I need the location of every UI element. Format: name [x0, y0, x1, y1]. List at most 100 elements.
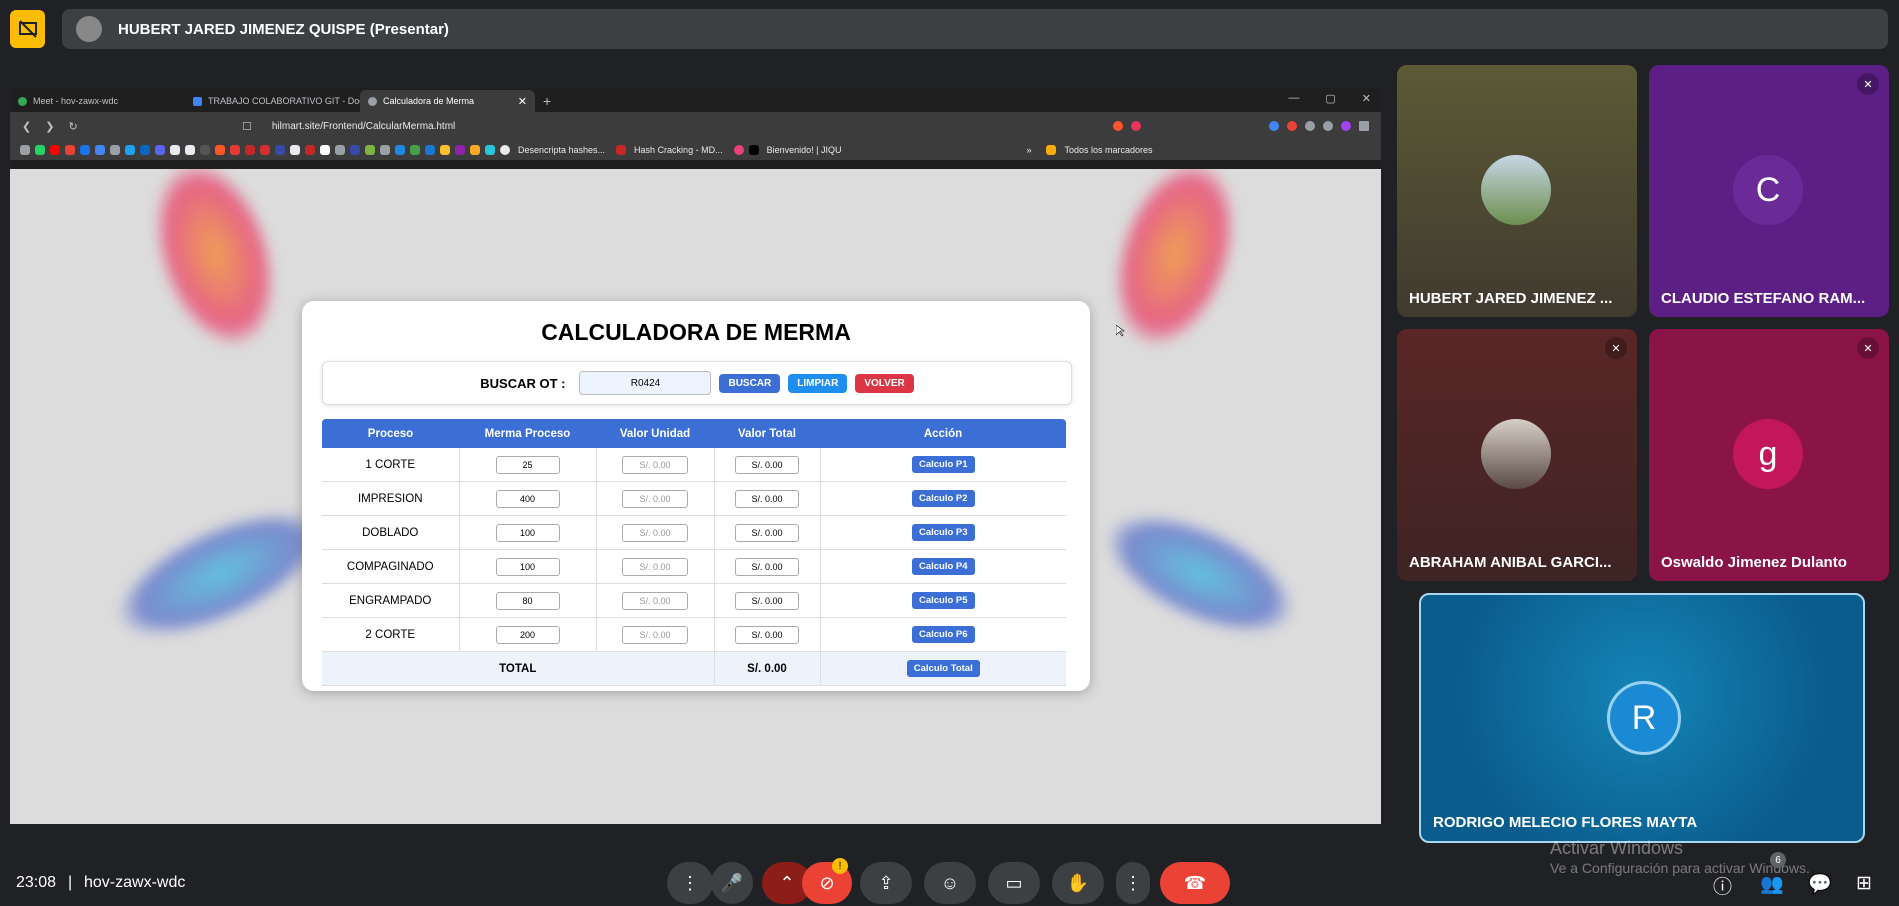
info-icon[interactable]: ⓘ [1713, 872, 1732, 899]
tab-meet[interactable]: Meet - hov-zawx-wdc [10, 90, 185, 112]
participant-tile-speaking[interactable]: R RODRIGO MELECIO FLORES MAYTA [1419, 593, 1865, 843]
valor-unidad-input[interactable]: S/. 0.00 [622, 489, 688, 508]
emoji-button[interactable]: ☺ [924, 862, 976, 904]
volver-button[interactable]: VOLVER [855, 373, 914, 393]
youtube-icon[interactable] [50, 145, 60, 155]
merma-input[interactable]: 100 [495, 523, 560, 542]
valor-unidad-input[interactable]: S/. 0.00 [622, 625, 688, 644]
close-tab-icon[interactable]: ✕ [518, 95, 527, 108]
buscar-button[interactable]: BUSCAR [719, 373, 781, 393]
bookmark-icon[interactable] [230, 145, 240, 155]
bookmark-icon[interactable] [110, 145, 120, 155]
bookmark-label[interactable]: Bienvenido! | JIQU [767, 145, 842, 155]
calculo-button[interactable]: Calculo P2 [911, 490, 975, 507]
valor-unidad-input[interactable]: S/. 0.00 [622, 455, 688, 474]
valor-total-input[interactable]: S/. 0.00 [735, 489, 799, 508]
linkedin-icon[interactable] [140, 145, 150, 155]
bookmark-icon[interactable] [485, 145, 495, 155]
merma-input[interactable]: 400 [495, 489, 560, 508]
maximize-icon[interactable]: ▢ [1325, 92, 1335, 105]
participant-tile[interactable]: HUBERT JARED JIMENEZ ... [1397, 65, 1637, 317]
chat-icon[interactable]: 💬 [1808, 872, 1832, 896]
brave-icon[interactable] [1113, 121, 1123, 131]
profile-icon[interactable] [1341, 121, 1351, 131]
activities-icon[interactable]: ⊞ [1856, 872, 1872, 895]
ext-icon[interactable] [1323, 121, 1333, 131]
address-bar[interactable]: hilmart.site/Frontend/CalcularMerma.html [272, 121, 992, 132]
folder-icon[interactable] [1046, 145, 1057, 155]
close-window-icon[interactable]: ✕ [1362, 92, 1371, 105]
valor-total-input[interactable]: S/. 0.00 [735, 455, 799, 474]
valor-unidad-input[interactable]: S/. 0.00 [622, 591, 688, 610]
bookmark-icon[interactable] [185, 145, 195, 155]
merma-input[interactable]: 100 [495, 557, 560, 576]
forward-icon[interactable]: ❯ [45, 120, 54, 133]
valor-total-input[interactable]: S/. 0.00 [735, 557, 799, 576]
microphone-button[interactable]: 🎤 [711, 862, 753, 904]
ext-icon[interactable] [1287, 121, 1297, 131]
alert-icon[interactable] [1131, 121, 1141, 131]
merma-input[interactable]: 200 [495, 625, 560, 644]
menu-icon[interactable] [1359, 121, 1369, 131]
bookmark-icon[interactable] [616, 145, 627, 155]
calculo-button[interactable]: Calculo P4 [911, 558, 975, 575]
bookmark-icon[interactable] [95, 145, 105, 155]
bookmark-icon[interactable] [748, 145, 759, 155]
raise-hand-button[interactable]: ✋ [1052, 862, 1104, 904]
discord-icon[interactable] [155, 145, 165, 155]
valor-unidad-input[interactable]: S/. 0.00 [622, 557, 688, 576]
bookmark-star-icon[interactable]: ☐ [242, 120, 252, 133]
puzzle-icon[interactable] [1305, 121, 1315, 131]
valor-unidad-input[interactable]: S/. 0.00 [622, 523, 688, 542]
calculo-button[interactable]: Calculo P1 [911, 456, 975, 473]
bookmark-icon[interactable] [275, 145, 285, 155]
more-bookmarks-icon[interactable]: » [1026, 145, 1031, 155]
bookmark-icon[interactable] [125, 145, 135, 155]
calculo-button[interactable]: Calculo P6 [911, 626, 975, 643]
more-options-button[interactable]: ⋮ [1116, 862, 1150, 904]
bookmark-icon[interactable] [350, 145, 360, 155]
bookmark-icon[interactable] [380, 145, 390, 155]
apps-icon[interactable] [20, 145, 30, 155]
minimize-icon[interactable]: — [1288, 92, 1299, 105]
ext-icon[interactable] [1269, 121, 1279, 131]
bookmark-icon[interactable] [395, 145, 405, 155]
calculo-total-button[interactable]: Calculo Total [906, 660, 980, 677]
calculo-button[interactable]: Calculo P3 [911, 524, 975, 541]
camera-off-button[interactable]: ⊘ ! [802, 858, 852, 904]
bookmark-icon[interactable] [335, 145, 345, 155]
bookmark-icon[interactable] [470, 145, 480, 155]
valor-total-input[interactable]: S/. 0.00 [735, 523, 799, 542]
ot-input[interactable] [579, 371, 712, 395]
audio-levels-button[interactable]: ⋮ [667, 862, 713, 904]
present-button[interactable]: ⇪ [860, 862, 912, 904]
new-tab-icon[interactable]: + [543, 93, 551, 109]
whatsapp-icon[interactable] [35, 145, 45, 155]
bookmark-icon[interactable] [425, 145, 435, 155]
bookmark-icon[interactable] [170, 145, 180, 155]
stop-presenting-button[interactable] [10, 10, 45, 48]
gmail-icon[interactable] [65, 145, 75, 155]
bookmark-icon[interactable] [200, 145, 210, 155]
bookmark-icon[interactable] [365, 145, 375, 155]
merma-input[interactable]: 25 [495, 455, 560, 474]
valor-total-input[interactable]: S/. 0.00 [735, 591, 799, 610]
participant-tile[interactable]: ✕ ABRAHAM ANIBAL GARCI... [1397, 329, 1637, 581]
github-icon[interactable] [290, 145, 300, 155]
participant-tile[interactable]: ✕ C CLAUDIO ESTEFANO RAM... [1649, 65, 1889, 317]
leave-call-button[interactable]: ☎ [1160, 862, 1230, 904]
all-bookmarks-label[interactable]: Todos los marcadores [1064, 145, 1152, 155]
reload-icon[interactable]: ↻ [68, 120, 77, 133]
bookmark-icon[interactable] [260, 145, 270, 155]
valor-total-input[interactable]: S/. 0.00 [735, 625, 799, 644]
limpiar-button[interactable]: LIMPIAR [788, 373, 848, 393]
bookmark-icon[interactable] [733, 145, 744, 155]
participant-tile[interactable]: ✕ g Oswaldo Jimenez Dulanto [1649, 329, 1889, 581]
tab-calculadora[interactable]: Calculadora de Merma ✕ [360, 90, 535, 112]
bookmark-label[interactable]: Desencripta hashes... [518, 145, 605, 155]
bookmark-icon[interactable] [80, 145, 90, 155]
bookmark-icon[interactable] [410, 145, 420, 155]
bookmark-icon[interactable] [245, 145, 255, 155]
bookmark-icon[interactable] [500, 145, 510, 155]
bookmark-icon[interactable] [305, 145, 315, 155]
